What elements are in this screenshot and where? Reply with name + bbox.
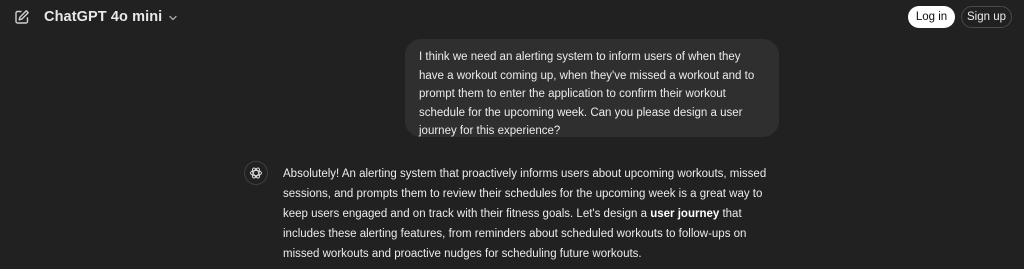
- assistant-avatar: [244, 161, 268, 185]
- login-button[interactable]: Log in: [908, 6, 955, 28]
- assistant-message: Absolutely! An alerting system that proa…: [283, 164, 783, 264]
- assistant-bold-text: user journey: [650, 208, 720, 220]
- top-bar: ChatGPT 4o mini Log in Sign up: [0, 0, 1024, 34]
- user-message-bubble: I think we need an alerting system to in…: [405, 39, 779, 137]
- model-selector[interactable]: ChatGPT 4o mini: [44, 8, 178, 26]
- signup-button[interactable]: Sign up: [961, 6, 1012, 28]
- model-name: ChatGPT 4o mini: [44, 9, 163, 25]
- new-chat-icon[interactable]: [14, 9, 30, 25]
- user-message-text: I think we need an alerting system to in…: [419, 51, 755, 138]
- chevron-down-icon: [169, 15, 177, 20]
- openai-logo-icon: [250, 167, 262, 179]
